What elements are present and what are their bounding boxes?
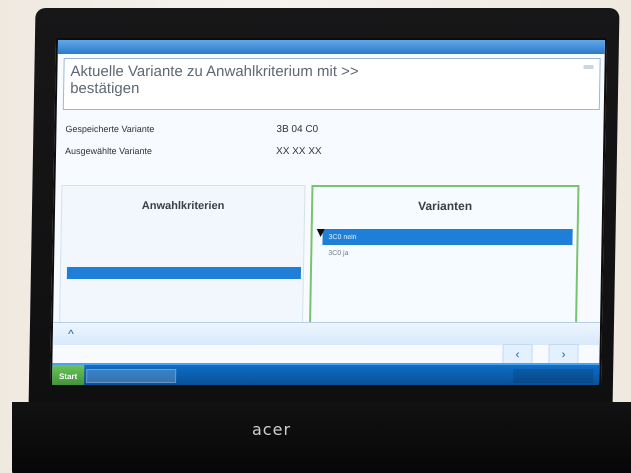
instruction-text: Aktuelle Variante zu Anwahlkriterium mit… [70,63,359,97]
scroll-mark [583,65,594,69]
mouse-cursor-icon [316,229,325,237]
variants-title: Varianten [417,199,473,213]
criteria-selected-row[interactable] [66,267,302,279]
chevron-left-icon[interactable]: ‹ [502,344,533,364]
laptop: Aktuelle Variante zu Anwahlkriterium mit… [12,8,631,473]
variants-panel: Varianten 3C0 nein 3C0 ja [308,185,580,339]
criteria-panel: Anwahlkriterien [59,185,306,327]
system-tray [513,369,594,383]
windows-taskbar: Start [51,363,600,387]
start-button[interactable]: Start [51,365,85,387]
criteria-item[interactable] [66,236,296,248]
criteria-item[interactable] [66,248,296,260]
variant-option-selected[interactable]: 3C0 nein [316,229,573,245]
home-arrow-icon[interactable]: ^ [63,327,79,341]
photo-scene: Aktuelle Variante zu Anwahlkriterium mit… [0,0,631,473]
selected-variant-value: XX XX XX [275,146,322,157]
instruction-panel: Aktuelle Variante zu Anwahlkriterium mit… [62,58,601,110]
selected-variant-label: Ausgewählte Variante [64,146,153,156]
chevron-right-icon[interactable]: › [548,344,579,364]
acer-logo: acer [252,420,292,439]
variant-option[interactable]: 3C0 ja [322,245,572,261]
window-titlebar [57,40,606,54]
variant-option-label: 3C0 nein [328,233,357,241]
variants-list: 3C0 nein 3C0 ja [316,229,573,261]
variant-option-label: 3C0 ja [328,249,349,257]
laptop-screen: Aktuelle Variante zu Anwahlkriterium mit… [49,38,608,387]
laptop-base: acer [12,402,631,473]
criteria-title: Anwahlkriterien [141,200,225,212]
saved-variant-label: Gespeicherte Variante [65,124,155,134]
saved-variant-value: 3B 04 C0 [276,124,319,135]
bottom-toolbar: ^ [52,322,601,345]
taskbar-item[interactable] [86,369,177,383]
